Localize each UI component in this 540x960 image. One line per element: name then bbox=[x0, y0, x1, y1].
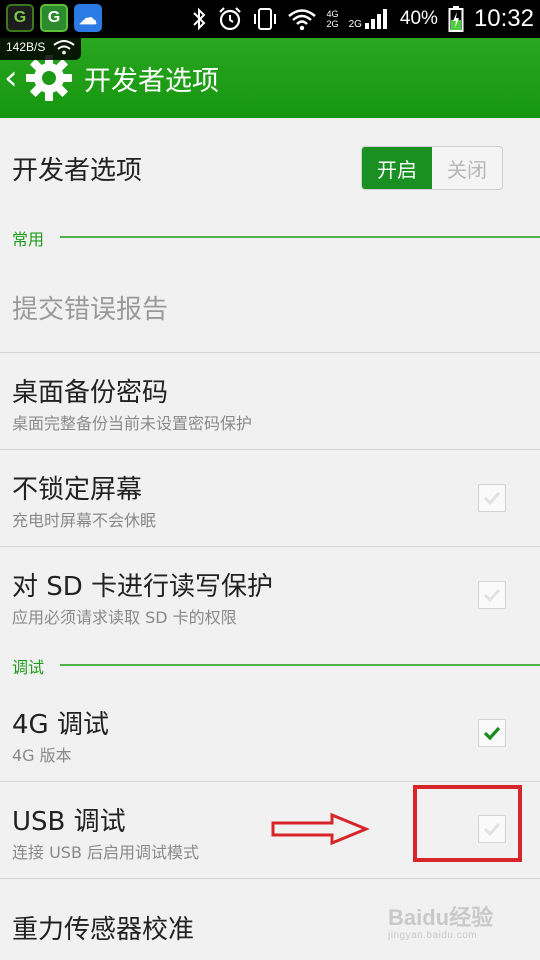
check-icon bbox=[483, 588, 501, 603]
stay-awake-summary: 充电时屏幕不会休眠 bbox=[12, 511, 157, 530]
cloud-icon: ☁ bbox=[74, 4, 102, 32]
gravity-calibration-label: 重力传感器校准 bbox=[12, 915, 195, 945]
list-item-backup-password[interactable]: 桌面备份密码 桌面完整备份当前未设置密码保护 bbox=[0, 353, 540, 450]
section-header-common: 常用 bbox=[0, 222, 540, 252]
check-icon bbox=[483, 726, 501, 741]
signal-4g-indicator: 4G 2G bbox=[327, 9, 339, 29]
highlight-box bbox=[413, 785, 522, 862]
developer-options-label: 开发者选项 bbox=[12, 156, 143, 186]
section-header-debug: 调试 bbox=[0, 650, 540, 680]
stay-awake-label: 不锁定屏幕 bbox=[12, 475, 143, 505]
system-indicators: 4G 2G 2G 40% 10:32 bbox=[191, 0, 534, 38]
4g-debug-checkbox[interactable] bbox=[478, 719, 506, 747]
sd-protect-label: 对 SD 卡进行读写保护 bbox=[12, 572, 274, 602]
bug-report-label: 提交错误报告 bbox=[12, 295, 169, 325]
sd-protect-checkbox[interactable] bbox=[478, 581, 506, 609]
page-title: 开发者选项 bbox=[84, 65, 219, 97]
section-label-common: 常用 bbox=[12, 230, 45, 249]
status-bar: G G ☁ 4G 2G 2G 40% 10:32 bbox=[0, 0, 540, 38]
section-divider bbox=[60, 236, 540, 238]
battery-percent: 40% bbox=[399, 8, 438, 29]
4g-debug-label: 4G 调试 bbox=[12, 710, 109, 740]
vibrate-icon bbox=[253, 8, 276, 30]
list-item-stay-awake[interactable]: 不锁定屏幕 充电时屏幕不会休眠 bbox=[0, 450, 540, 547]
net-speed-overlay: 142B/S bbox=[0, 34, 82, 60]
list-item-sd-protect[interactable]: 对 SD 卡进行读写保护 应用必须请求读取 SD 卡的权限 bbox=[0, 547, 540, 646]
section-label-debug: 调试 bbox=[12, 658, 45, 677]
backup-password-label: 桌面备份密码 bbox=[12, 378, 169, 408]
4g-debug-summary: 4G 版本 bbox=[12, 746, 72, 765]
watermark: Baidu经验 jingyan.baidu.com bbox=[388, 900, 493, 941]
notification-icons: G G ☁ bbox=[6, 4, 102, 34]
list-item-4g-debug[interactable]: 4G 调试 4G 版本 bbox=[0, 684, 540, 782]
list-item-bug-report[interactable]: 提交错误报告 bbox=[0, 256, 540, 353]
usb-debug-label: USB 调试 bbox=[12, 807, 126, 837]
app-security-icon: G bbox=[40, 4, 68, 32]
net-speed-label: 142B/S bbox=[6, 40, 46, 54]
switch-on-button[interactable]: 开启 bbox=[362, 147, 432, 189]
alarm-icon bbox=[218, 7, 241, 31]
watermark-brand: Baidu经验 bbox=[388, 905, 494, 930]
network-4g-label: 4G bbox=[326, 9, 339, 19]
network-2g-label-2: 2G bbox=[348, 19, 362, 30]
signal-bars-icon bbox=[364, 9, 387, 29]
annotation-arrow-icon bbox=[271, 812, 370, 846]
stay-awake-checkbox[interactable] bbox=[478, 484, 506, 512]
app-g-icon: G bbox=[6, 4, 34, 32]
sd-protect-summary: 应用必须请求读取 SD 卡的权限 bbox=[12, 608, 237, 627]
network-2g-label: 2G bbox=[326, 19, 339, 29]
wifi-icon bbox=[287, 9, 316, 31]
section-divider bbox=[60, 664, 540, 666]
check-icon bbox=[483, 491, 501, 506]
signal-2g-indicator: 2G bbox=[349, 8, 390, 30]
battery-charging-icon bbox=[448, 6, 464, 32]
backup-password-summary: 桌面完整备份当前未设置密码保护 bbox=[12, 414, 253, 433]
usb-debug-summary: 连接 USB 后启用调试模式 bbox=[12, 843, 200, 862]
switch-off-button[interactable]: 关闭 bbox=[432, 147, 502, 189]
developer-options-row: 开发者选项 开启 关闭 bbox=[0, 118, 540, 218]
settings-gear-icon[interactable] bbox=[24, 53, 74, 103]
developer-options-switch[interactable]: 开启 关闭 bbox=[361, 146, 503, 190]
clock: 10:32 bbox=[473, 5, 534, 32]
bluetooth-icon bbox=[192, 7, 205, 31]
watermark-url: jingyan.baidu.com bbox=[388, 930, 478, 941]
wifi-small-icon bbox=[53, 40, 75, 55]
